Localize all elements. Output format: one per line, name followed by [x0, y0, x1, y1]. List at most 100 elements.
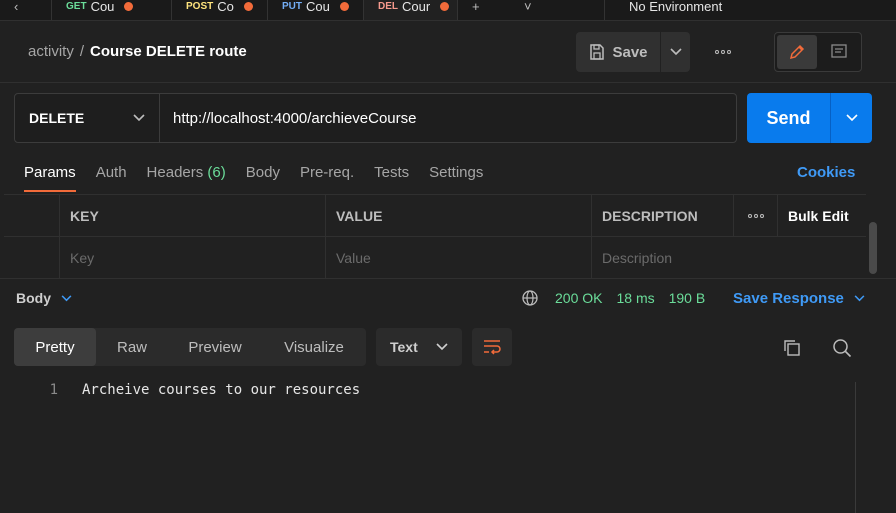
- chevron-down-icon: [61, 294, 72, 301]
- tab-label: Pre-req.: [299, 164, 355, 181]
- tab-options-button[interactable]: ˅: [510, 0, 604, 20]
- response-line: Archeive courses to our resources: [82, 382, 361, 398]
- unsaved-dot-icon: [243, 1, 253, 11]
- cookies-link[interactable]: Cookies: [797, 164, 855, 181]
- request-title[interactable]: Course DELETE route: [90, 43, 247, 60]
- ellipsis-dot: [759, 213, 764, 218]
- save-button-group: Save: [576, 32, 690, 72]
- send-button-group: Send: [747, 93, 872, 143]
- table-row: Key Value Description: [4, 237, 866, 279]
- description-column-header: DESCRIPTION: [592, 195, 734, 236]
- comments-button[interactable]: [819, 35, 859, 69]
- chevron-down-icon: [845, 114, 858, 122]
- save-button[interactable]: Save: [576, 32, 661, 72]
- save-icon: [590, 44, 605, 60]
- breadcrumb: activity / Course DELETE route: [28, 43, 247, 60]
- breadcrumb-separator: /: [79, 43, 85, 60]
- view-raw[interactable]: Raw: [96, 328, 168, 366]
- response-body[interactable]: 1 Archeive courses to our resources: [0, 382, 850, 398]
- url-bar: DELETE http://localhost:4000/archieveCou…: [14, 93, 737, 143]
- format-label: Text: [390, 339, 418, 355]
- more-options-button[interactable]: [710, 42, 736, 62]
- chevron-down-icon: [669, 48, 682, 56]
- tab-auth[interactable]: Auth: [96, 163, 127, 191]
- column-options-button[interactable]: [734, 195, 778, 236]
- ellipsis-icon: [715, 50, 719, 54]
- response-time[interactable]: 18 ms: [616, 290, 654, 306]
- tab-headers[interactable]: Headers (6): [147, 163, 226, 191]
- key-input[interactable]: Key: [60, 237, 326, 278]
- request-tab-strip: ‹ GET Cou POST Co PUT Cou DEL Cour + ˅ N…: [0, 0, 896, 21]
- description-input[interactable]: Description: [592, 237, 866, 278]
- new-tab-button[interactable]: +: [458, 0, 510, 20]
- key-column-header: KEY: [60, 195, 326, 236]
- wrap-lines-button[interactable]: [472, 328, 512, 366]
- bulk-edit-button[interactable]: Bulk Edit: [778, 195, 866, 236]
- tab-params[interactable]: Params: [24, 163, 76, 192]
- tab-overflow[interactable]: ‹: [0, 0, 52, 20]
- comment-icon: [831, 44, 847, 58]
- table-header-row: KEY VALUE DESCRIPTION Bulk Edit: [4, 195, 866, 237]
- tab-label: Auth: [95, 164, 127, 181]
- tab-label: Cou: [306, 0, 330, 14]
- response-scrollbar[interactable]: [855, 382, 856, 513]
- response-size[interactable]: 190 B: [669, 290, 706, 306]
- save-label: Save: [612, 43, 648, 61]
- request-tab-get[interactable]: GET Cou: [52, 0, 172, 20]
- send-options-button[interactable]: [831, 93, 872, 143]
- tab-method: PUT: [282, 0, 302, 12]
- wrap-lines-icon: [484, 340, 501, 355]
- breadcrumb-collection[interactable]: activity: [28, 43, 74, 60]
- row-checkbox-cell: [4, 237, 60, 278]
- save-options-button[interactable]: [661, 32, 690, 72]
- url-input[interactable]: http://localhost:4000/archieveCourse: [160, 94, 736, 142]
- unsaved-dot-icon: [339, 1, 349, 11]
- status-code[interactable]: 200 OK: [555, 290, 602, 306]
- method-select[interactable]: DELETE: [15, 94, 160, 142]
- ellipsis-icon: [747, 213, 752, 218]
- send-button[interactable]: Send: [747, 93, 831, 143]
- pencil-icon: [789, 44, 805, 60]
- globe-icon[interactable]: [521, 289, 539, 307]
- chevron-down-icon: [436, 343, 448, 351]
- save-response-button[interactable]: Save Response: [733, 290, 865, 307]
- chevron-down-icon: [854, 295, 865, 302]
- ellipsis-dot: [721, 50, 725, 54]
- edit-mode-button[interactable]: [777, 35, 817, 69]
- environment-selector[interactable]: No Environment: [604, 0, 722, 20]
- tab-tests[interactable]: Tests: [374, 163, 409, 191]
- ellipsis-dot: [727, 50, 731, 54]
- tab-label: Co: [217, 0, 234, 14]
- view-mode-toggle: [774, 32, 862, 72]
- params-scrollbar[interactable]: [869, 222, 877, 274]
- search-icon[interactable]: [832, 338, 852, 358]
- response-section-selector[interactable]: Body: [16, 290, 72, 306]
- tab-label: Headers: [146, 164, 204, 181]
- tab-label: Cour: [402, 0, 431, 14]
- unsaved-dot-icon: [124, 1, 134, 11]
- view-pretty[interactable]: Pretty: [14, 328, 96, 366]
- line-number: 1: [49, 382, 58, 398]
- unsaved-dot-icon: [440, 1, 450, 11]
- request-tab-delete[interactable]: DEL Cour: [364, 0, 458, 20]
- tab-pre-request[interactable]: Pre-req.: [300, 163, 354, 191]
- ellipsis-dot: [753, 213, 758, 218]
- view-preview[interactable]: Preview: [168, 328, 262, 366]
- tab-settings[interactable]: Settings: [429, 163, 483, 191]
- tab-label: Tests: [374, 164, 410, 181]
- tab-method: GET: [66, 0, 87, 12]
- format-select[interactable]: Text: [376, 328, 462, 366]
- tab-label: Settings: [429, 164, 484, 181]
- value-input[interactable]: Value: [326, 237, 592, 278]
- tab-body[interactable]: Body: [246, 163, 280, 191]
- request-tabs: Params Auth Headers (6) Body Pre-req. Te…: [24, 163, 483, 192]
- request-tab-put[interactable]: PUT Cou: [268, 0, 364, 20]
- tab-label: Cou: [90, 0, 115, 14]
- save-response-label: Save Response: [733, 290, 844, 307]
- tab-label: Body: [245, 164, 280, 181]
- copy-icon[interactable]: [782, 338, 802, 358]
- request-tab-post[interactable]: POST Co: [172, 0, 268, 20]
- response-view-tabs: Pretty Raw Preview Visualize: [14, 328, 366, 366]
- response-divider[interactable]: [0, 278, 896, 279]
- view-visualize[interactable]: Visualize: [262, 328, 366, 366]
